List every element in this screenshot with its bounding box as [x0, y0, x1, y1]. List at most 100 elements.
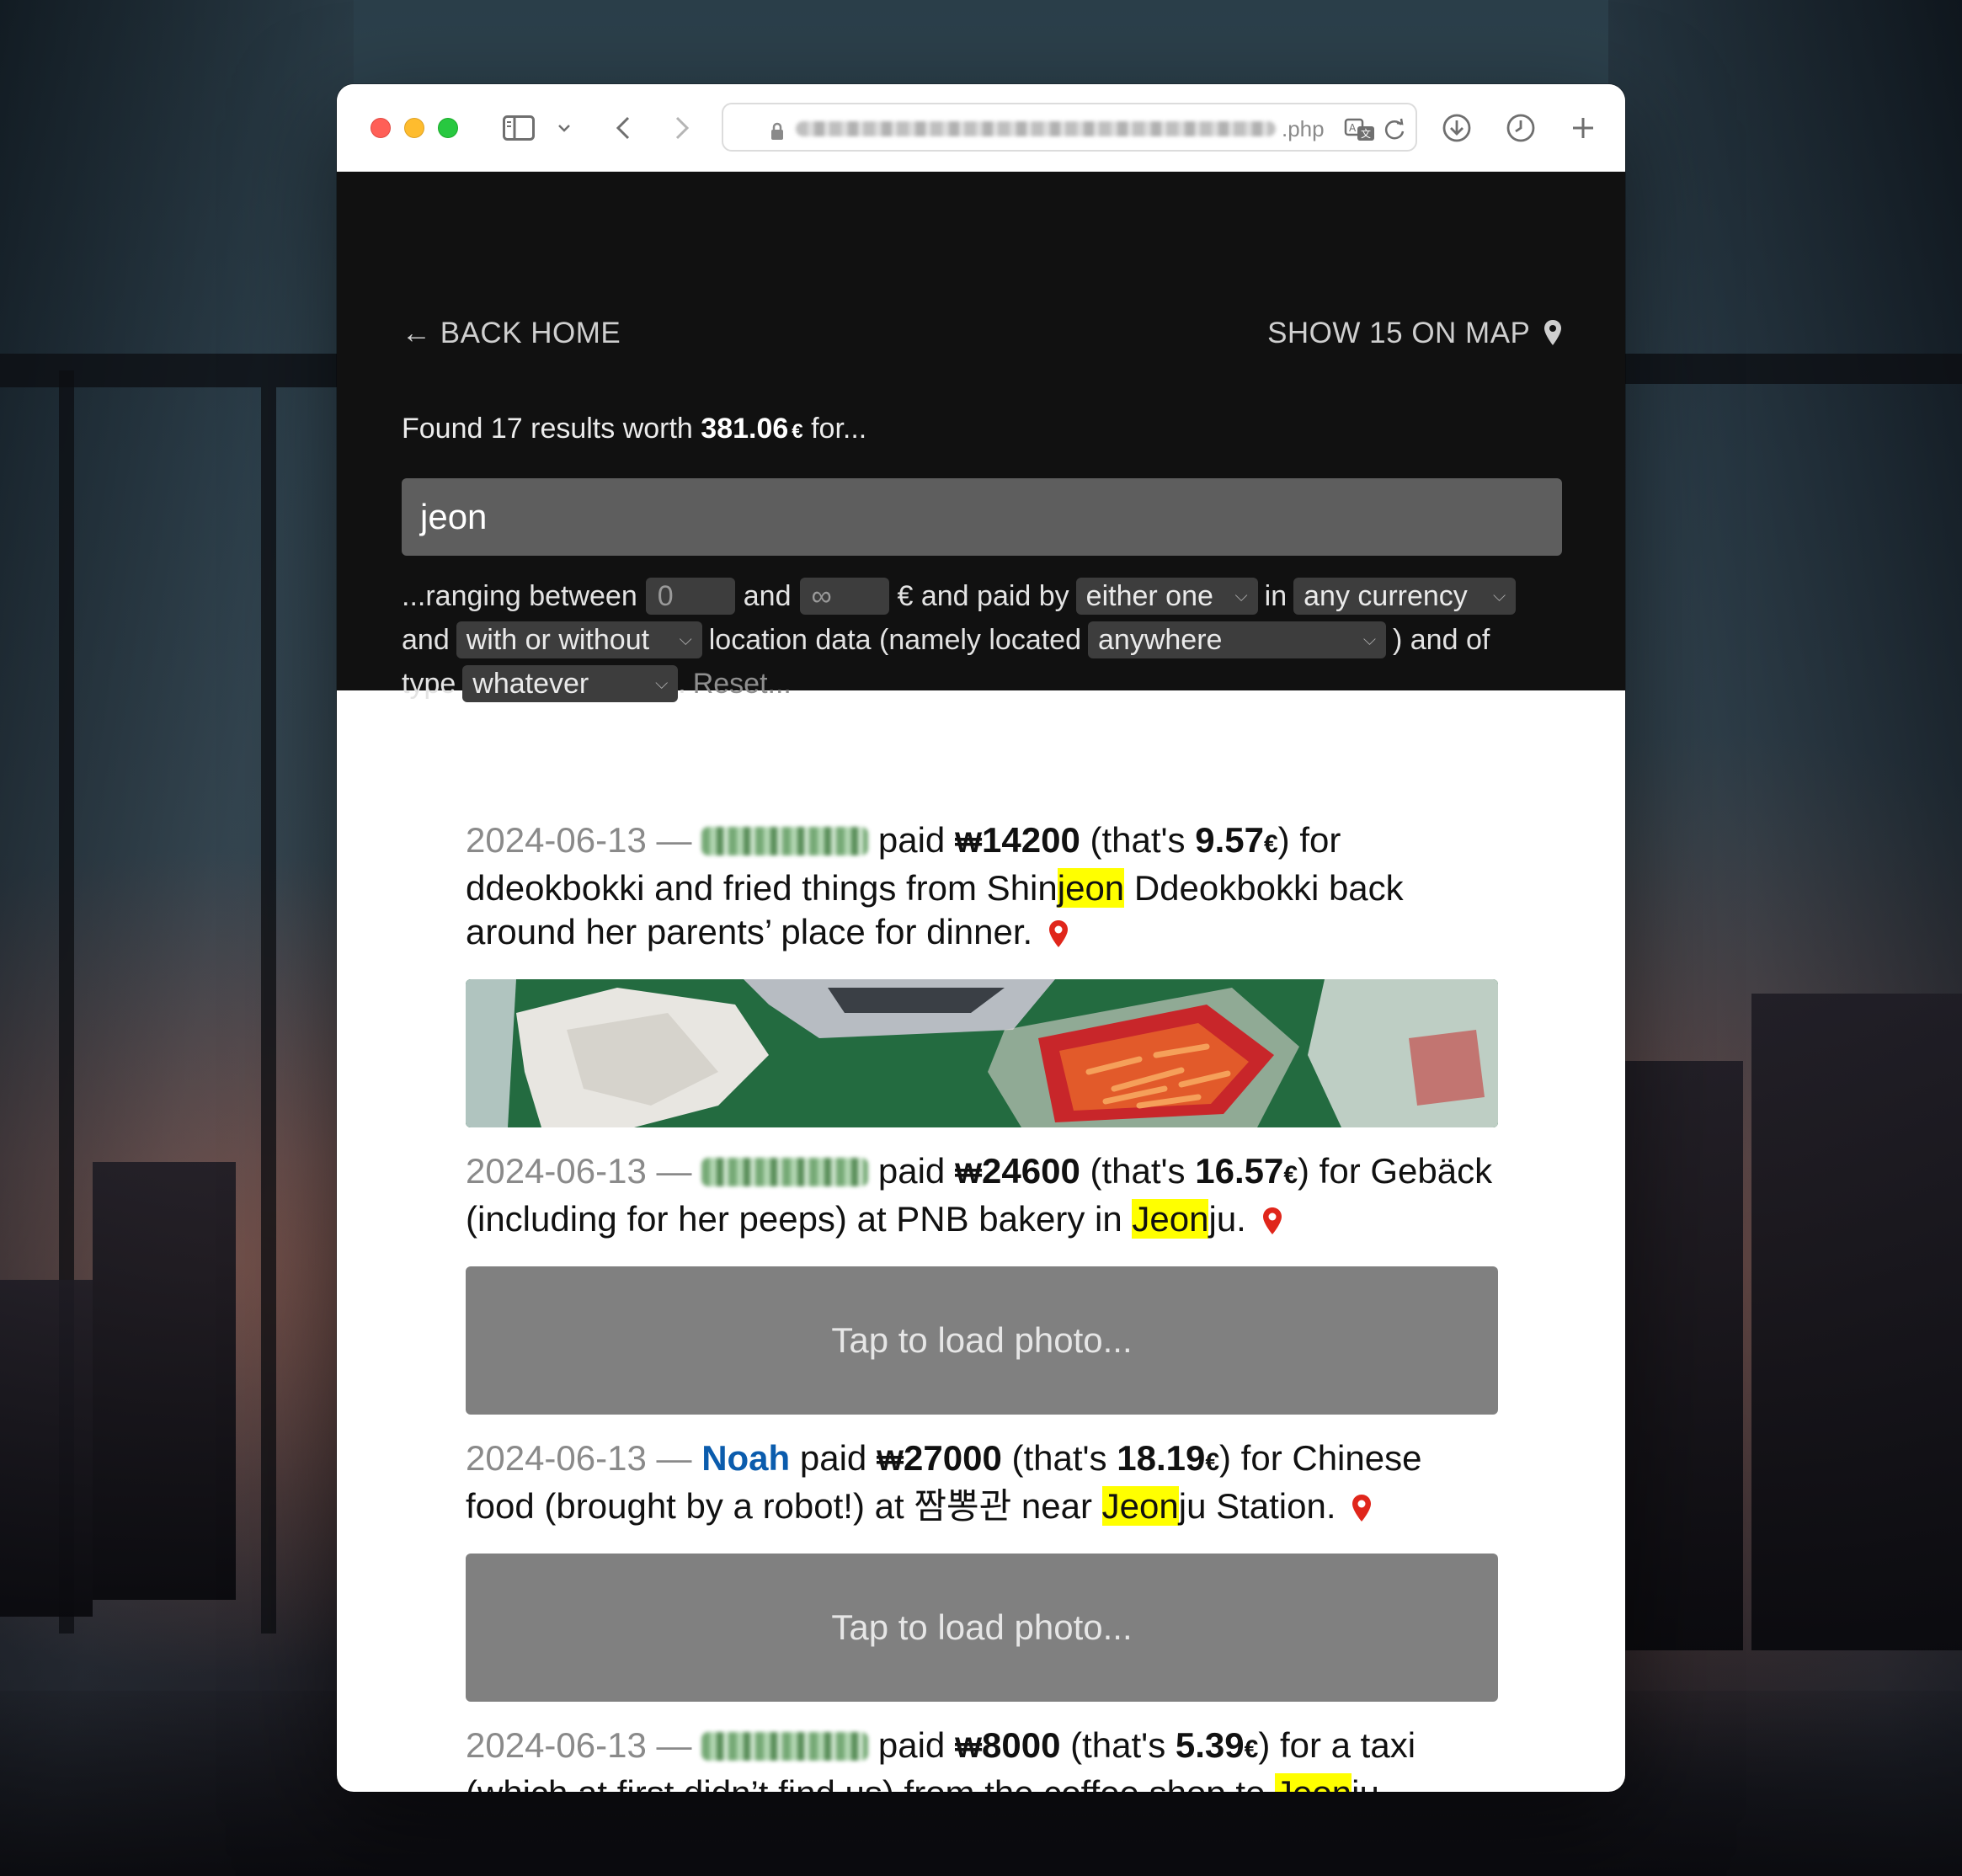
search-highlight: jeon: [1057, 868, 1125, 908]
payer-name-link[interactable]: Noah: [701, 1438, 790, 1478]
currency-symbol: ₩: [954, 1158, 983, 1190]
chevron-down-icon: ⌵: [655, 674, 669, 693]
background-curtain-left: [0, 0, 354, 1876]
filter-text: € and paid by: [897, 580, 1069, 612]
results-summary-prefix: Found 17 results worth: [402, 413, 701, 445]
download-icon[interactable]: [1437, 108, 1477, 148]
location-data-select[interactable]: with or without ⌵: [456, 621, 702, 658]
url-suffix: .php: [1282, 116, 1325, 141]
map-pin-icon[interactable]: [1351, 1493, 1373, 1523]
result-text: 2024-06-13 — paid ₩14200 (that's 9.57€) …: [466, 818, 1498, 954]
load-photo-button[interactable]: Tap to load photo...: [466, 1554, 1498, 1702]
forward-icon[interactable]: [665, 108, 699, 148]
background-city: [93, 1162, 236, 1600]
for-text: ) for: [1298, 1151, 1361, 1191]
translate-icon[interactable]: A文: [1343, 109, 1377, 150]
result-date: 2024-06-13 —: [466, 1438, 692, 1478]
results-total: 381.06: [701, 413, 789, 445]
filter-text: .: [678, 668, 686, 700]
list-item: 2024-06-13 — paid ₩8000 (that's 5.39€) f…: [466, 1724, 1498, 1792]
reset-link[interactable]: Reset...: [693, 662, 792, 706]
address-bar[interactable]: .php A文: [722, 103, 1417, 152]
background-window-frame: [0, 354, 354, 387]
list-item: 2024-06-13 — Noah paid ₩27000 (that's 18…: [466, 1436, 1498, 1702]
eur-symbol: €: [1244, 1735, 1259, 1763]
results-summary-suffix: for...: [802, 413, 867, 445]
load-photo-button[interactable]: Tap to load photo...: [466, 1266, 1498, 1415]
filter-text: in: [1264, 580, 1288, 612]
map-pin-icon[interactable]: [1048, 919, 1069, 949]
max-amount-input[interactable]: ∞: [799, 578, 889, 615]
background-city: [1625, 1061, 1743, 1650]
zoom-window-button[interactable]: [438, 118, 458, 138]
search-highlight: Jeon: [1132, 1199, 1209, 1239]
chevron-down-icon: ⌵: [1234, 587, 1248, 605]
paid-text: paid: [799, 1438, 867, 1478]
background-curtain-right: [1608, 0, 1962, 1876]
amount: 8000: [982, 1725, 1061, 1765]
description-text: ju.: [1208, 1199, 1246, 1239]
background-window-frame: [1625, 354, 1962, 384]
min-amount-input[interactable]: 0: [645, 578, 735, 615]
close-window-button[interactable]: [371, 118, 391, 138]
currency-select-value: any currency: [1304, 580, 1468, 612]
map-pin-icon[interactable]: [1261, 1206, 1283, 1236]
result-description: ddeokbokki and fried things from Shinjeo…: [466, 868, 1404, 951]
filter-text: ...ranging between: [402, 580, 637, 612]
for-text: ) for a taxi: [1258, 1725, 1416, 1765]
description-text: ju Station.: [1178, 1486, 1336, 1526]
currency-symbol: ₩: [954, 827, 983, 859]
minimize-window-button[interactable]: [404, 118, 424, 138]
description-text: food (brought by a robot!) at 짬뽕관 near: [466, 1486, 1102, 1526]
for-text: ) for: [1277, 820, 1341, 860]
back-icon[interactable]: [606, 108, 640, 148]
background-window-frame: [261, 387, 276, 1634]
browser-window: .php A文 ← BACK HOME SHOW 15 ON MAP Found…: [337, 84, 1625, 1792]
show-on-map-link[interactable]: SHOW 15 ON MAP: [1267, 317, 1562, 350]
filter-text: and: [743, 580, 792, 612]
chevron-down-icon: ⌵: [1362, 631, 1376, 649]
type-select[interactable]: whatever ⌵: [462, 665, 679, 702]
payer-name-redacted: [701, 827, 869, 855]
result-photo[interactable]: [466, 979, 1498, 1127]
payer-select[interactable]: either one ⌵: [1075, 578, 1258, 615]
location-select-value: anywhere: [1098, 624, 1223, 656]
thats-text: (that's: [1090, 1151, 1186, 1191]
description-text: ddeokbokki and fried things from Shin: [466, 868, 1058, 908]
payer-select-value: either one: [1085, 580, 1213, 612]
search-input[interactable]: jeon: [402, 478, 1562, 556]
result-date: 2024-06-13 —: [466, 1151, 692, 1191]
for-text: ) for Chinese: [1219, 1438, 1422, 1478]
amount: 14200: [982, 820, 1080, 860]
eur-symbol: €: [1205, 1448, 1220, 1476]
eur-symbol: €: [1263, 830, 1278, 858]
list-item: 2024-06-13 — paid ₩14200 (that's 9.57€) …: [466, 818, 1498, 1127]
currency-symbol: ₩: [954, 1732, 983, 1764]
result-text: 2024-06-13 — Noah paid ₩27000 (that's 18…: [466, 1436, 1498, 1528]
type-select-value: whatever: [472, 668, 589, 700]
filter-sentence: ...ranging between 0 and ∞ € and paid by…: [402, 574, 1581, 706]
result-text: 2024-06-13 — paid ₩24600 (that's 16.57€)…: [466, 1149, 1498, 1241]
results-summary: Found 17 results worth 381.06 € for...: [402, 413, 866, 445]
reload-icon[interactable]: [1380, 109, 1409, 150]
svg-text:文: 文: [1361, 127, 1371, 140]
search-header: ← BACK HOME SHOW 15 ON MAP Found 17 resu…: [337, 172, 1625, 702]
new-tab-icon[interactable]: [1563, 108, 1603, 148]
result-description: food (brought by a robot!) at 짬뽕관 near J…: [466, 1486, 1336, 1526]
amount: 27000: [904, 1438, 1002, 1478]
back-home-link[interactable]: ← BACK HOME: [402, 317, 621, 350]
amount: 24600: [982, 1151, 1080, 1191]
result-date: 2024-06-13 —: [466, 1725, 692, 1765]
results-currency: €: [792, 420, 803, 443]
location-select[interactable]: anywhere ⌵: [1088, 621, 1386, 658]
sidebar-icon[interactable]: [500, 108, 537, 148]
chevron-down-icon[interactable]: [552, 108, 576, 148]
payer-name-redacted: [701, 1732, 869, 1761]
result-text: 2024-06-13 — paid ₩8000 (that's 5.39€) f…: [466, 1724, 1498, 1792]
history-icon[interactable]: [1501, 108, 1541, 148]
eur-symbol: €: [1283, 1161, 1298, 1189]
paid-text: paid: [877, 1151, 946, 1191]
result-description: (which at first didn’t find us) from the…: [466, 1773, 1379, 1792]
description-text: (which at first didn’t find us) from the…: [466, 1773, 1275, 1792]
currency-select[interactable]: any currency ⌵: [1293, 578, 1517, 615]
